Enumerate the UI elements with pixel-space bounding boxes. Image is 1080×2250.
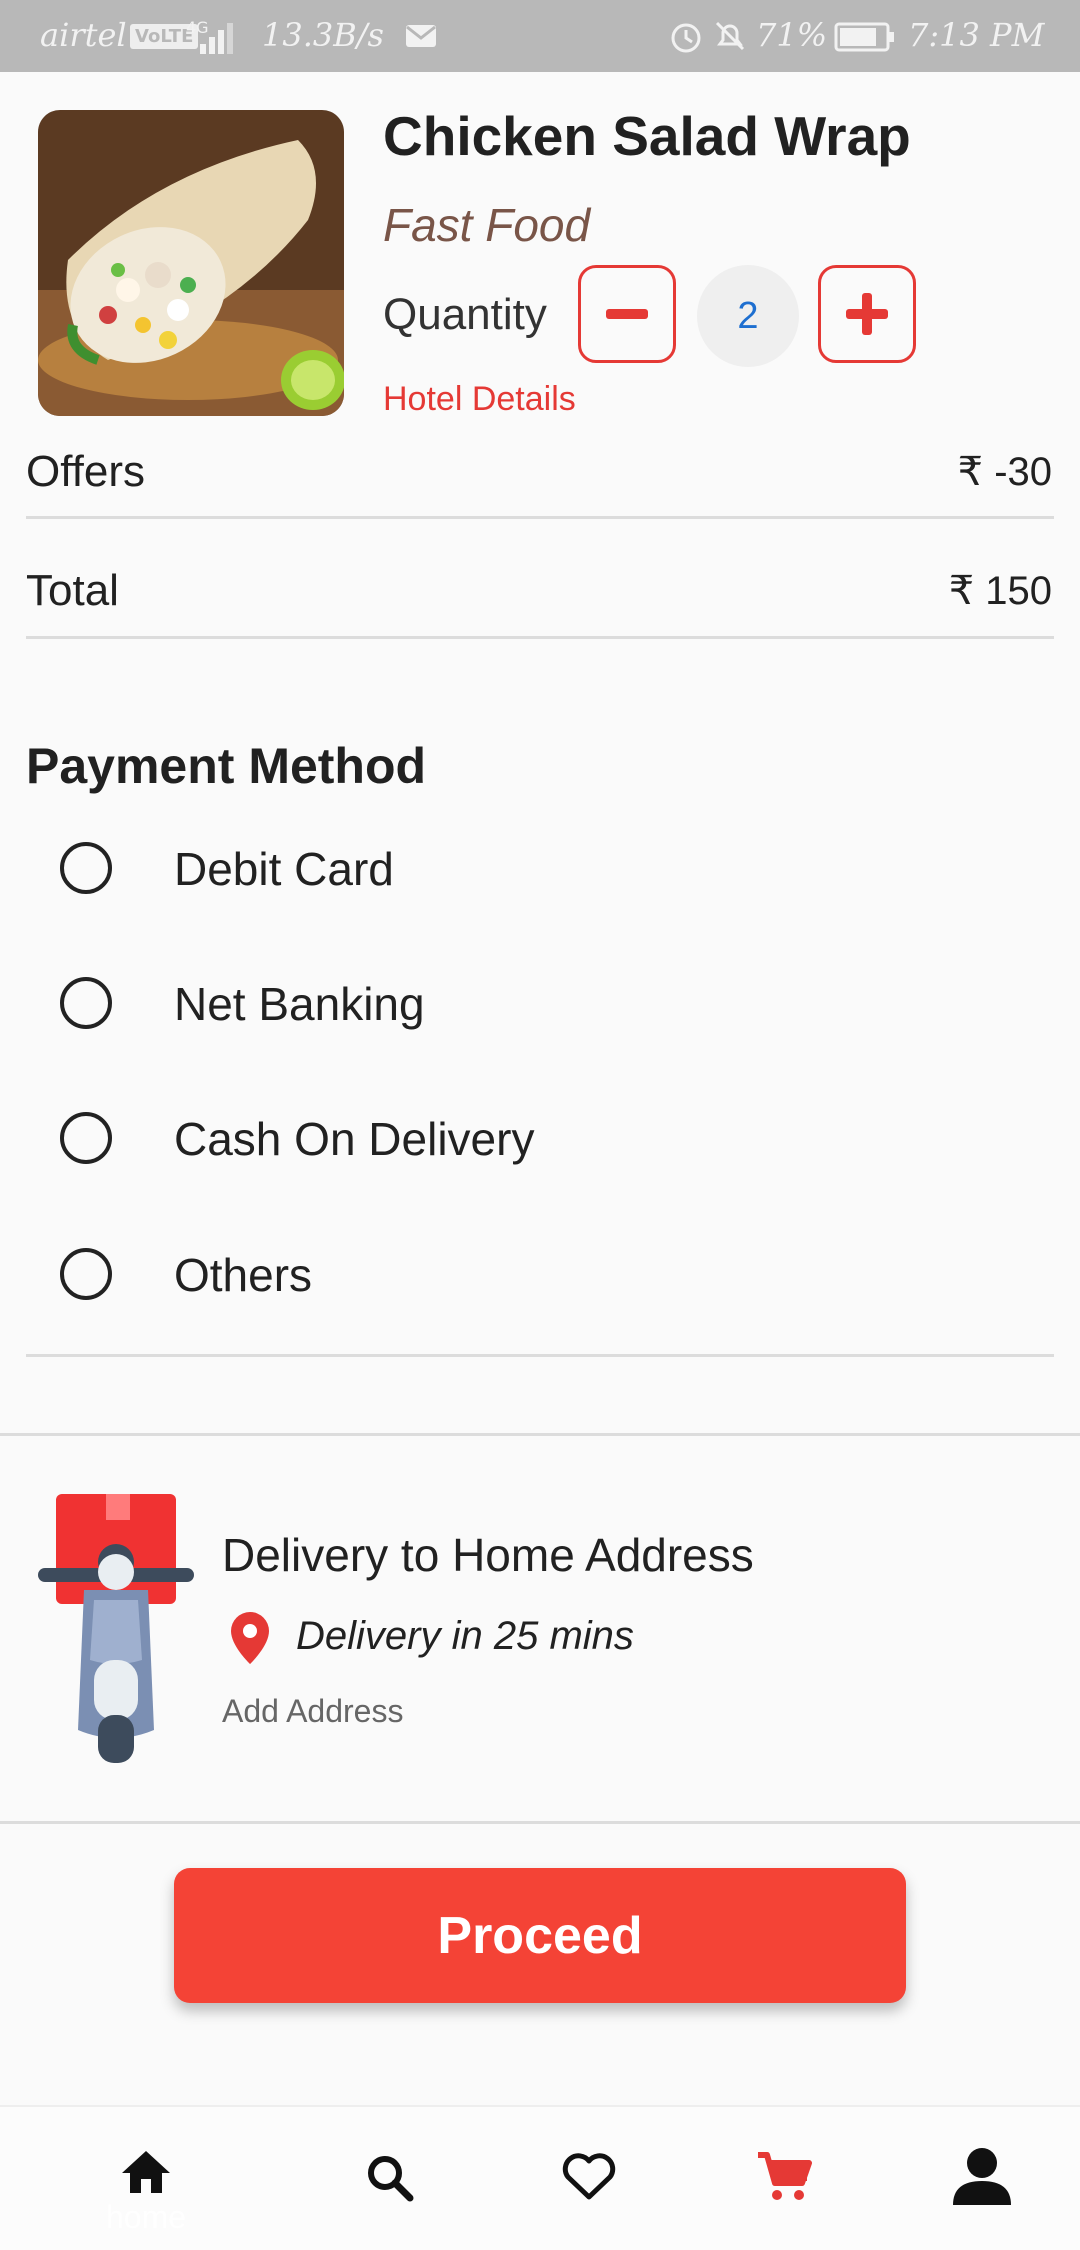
- heart-icon: [562, 2153, 616, 2200]
- food-category: Fast Food: [383, 199, 591, 251]
- nav-search[interactable]: [282, 2107, 498, 2250]
- radio-button[interactable]: [60, 977, 112, 1029]
- nav-favorites[interactable]: [481, 2107, 697, 2250]
- proceed-button[interactable]: Proceed: [174, 1868, 906, 2003]
- section-divider: [0, 1821, 1080, 1824]
- location-pin-icon: [231, 1612, 269, 1664]
- alarm-icon: [671, 23, 701, 53]
- bottom-navigation: home: [0, 2105, 1080, 2250]
- payment-method-title: Payment Method: [26, 738, 427, 794]
- status-bar: airtel VoLTE 4G 13.3B/s 71% 7:13 PM: [0, 0, 1080, 72]
- minus-icon: [606, 309, 648, 319]
- food-image: [38, 110, 344, 416]
- total-value: ₹ 150: [948, 569, 1052, 613]
- battery-icon: [834, 22, 894, 52]
- signal-icon: [200, 23, 233, 54]
- home-icon: [122, 2151, 170, 2193]
- offers-label: Offers: [26, 447, 146, 496]
- net-speed: 13.3B/s: [262, 16, 384, 54]
- carrier-name: airtel: [40, 16, 127, 54]
- nav-home[interactable]: home: [38, 2107, 254, 2250]
- clock: 7:13 PM: [908, 16, 1045, 54]
- quantity-value: 2: [697, 265, 799, 367]
- payment-option-label[interactable]: Cash On Delivery: [174, 1112, 534, 1166]
- delivery-time: Delivery in 25 mins: [296, 1614, 634, 1658]
- payment-option-label[interactable]: Debit Card: [174, 842, 394, 896]
- nav-profile[interactable]: [874, 2107, 1080, 2250]
- section-divider: [0, 1433, 1080, 1436]
- mail-icon: [406, 25, 436, 47]
- food-title: Chicken Salad Wrap: [383, 105, 911, 167]
- decrease-quantity-button[interactable]: [578, 265, 676, 363]
- hotel-details-link[interactable]: Hotel Details: [383, 380, 576, 419]
- payment-option-label[interactable]: Net Banking: [174, 977, 425, 1031]
- divider: [26, 636, 1054, 639]
- profile-icon: [953, 2148, 1011, 2205]
- radio-button[interactable]: [60, 1112, 112, 1164]
- cart-icon: [758, 2152, 812, 2200]
- increase-quantity-button[interactable]: [818, 265, 916, 363]
- delivery-title: Delivery to Home Address: [222, 1529, 754, 1581]
- radio-button[interactable]: [60, 842, 112, 894]
- payment-option-label[interactable]: Others: [174, 1248, 312, 1302]
- divider: [26, 516, 1054, 519]
- radio-button[interactable]: [60, 1248, 112, 1300]
- add-address-link[interactable]: Add Address: [222, 1693, 403, 1730]
- nav-cart[interactable]: [676, 2107, 892, 2250]
- quantity-label: Quantity: [383, 290, 547, 339]
- search-icon: [368, 2156, 414, 2202]
- nav-home-label: home: [105, 2199, 187, 2235]
- battery-percent: 71%: [756, 16, 828, 54]
- divider: [26, 1354, 1054, 1357]
- scooter-icon: [38, 1494, 194, 1763]
- offers-value: ₹ -30: [957, 450, 1052, 494]
- mute-bell-icon: [715, 21, 745, 51]
- total-label: Total: [26, 566, 119, 615]
